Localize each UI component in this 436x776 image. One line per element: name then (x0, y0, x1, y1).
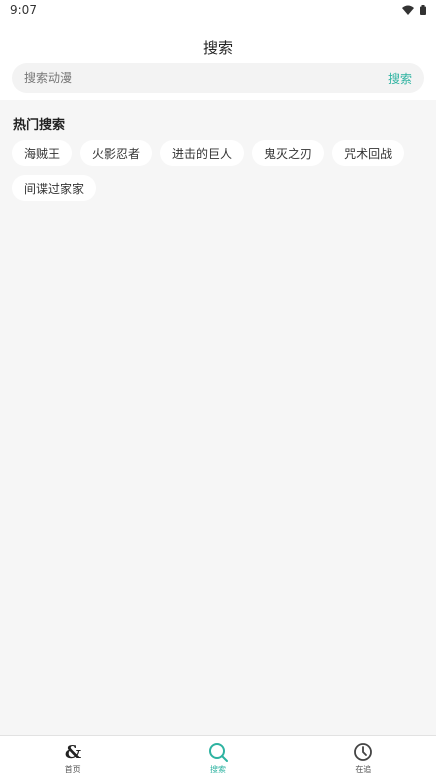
nav-item-following[interactable]: 在追 (291, 736, 436, 776)
page-title: 搜索 (202, 38, 233, 57)
status-bar: 9:07 (0, 0, 436, 20)
hot-tag[interactable]: 咒术回战 (332, 140, 405, 166)
search-button[interactable]: 搜索 (388, 70, 412, 87)
bottom-nav: & 首页 搜索 在追 (0, 735, 436, 776)
hot-tag[interactable]: 鬼灭之刃 (252, 140, 325, 166)
battery-icon (420, 5, 426, 15)
hot-search-tags: 海贼王 火影忍者 进击的巨人 鬼灭之刃 咒术回战 间谍过家家 (12, 140, 424, 201)
hot-tag[interactable]: 火影忍者 (80, 140, 153, 166)
nav-item-search[interactable]: 搜索 (145, 736, 290, 776)
clock-icon (352, 741, 374, 763)
home-icon: & (62, 741, 84, 763)
hot-tag[interactable]: 海贼王 (12, 140, 73, 166)
nav-item-home[interactable]: & 首页 (0, 736, 145, 776)
status-time: 9:07 (10, 3, 37, 17)
svg-text:&: & (65, 742, 81, 763)
status-icons (402, 5, 426, 15)
nav-label-home: 首页 (64, 765, 81, 774)
hot-search-title: 热门搜索 (13, 118, 66, 133)
hot-tag[interactable]: 进击的巨人 (160, 140, 245, 166)
nav-label-search: 搜索 (209, 765, 226, 774)
wifi-icon (402, 5, 414, 15)
search-input[interactable] (24, 71, 344, 85)
search-icon (207, 741, 229, 763)
hot-tag[interactable]: 间谍过家家 (12, 175, 97, 201)
search-area: 搜索 (0, 60, 436, 100)
nav-label-following: 在追 (355, 765, 372, 774)
header: 搜索 (0, 20, 436, 60)
search-bar: 搜索 (12, 63, 424, 93)
